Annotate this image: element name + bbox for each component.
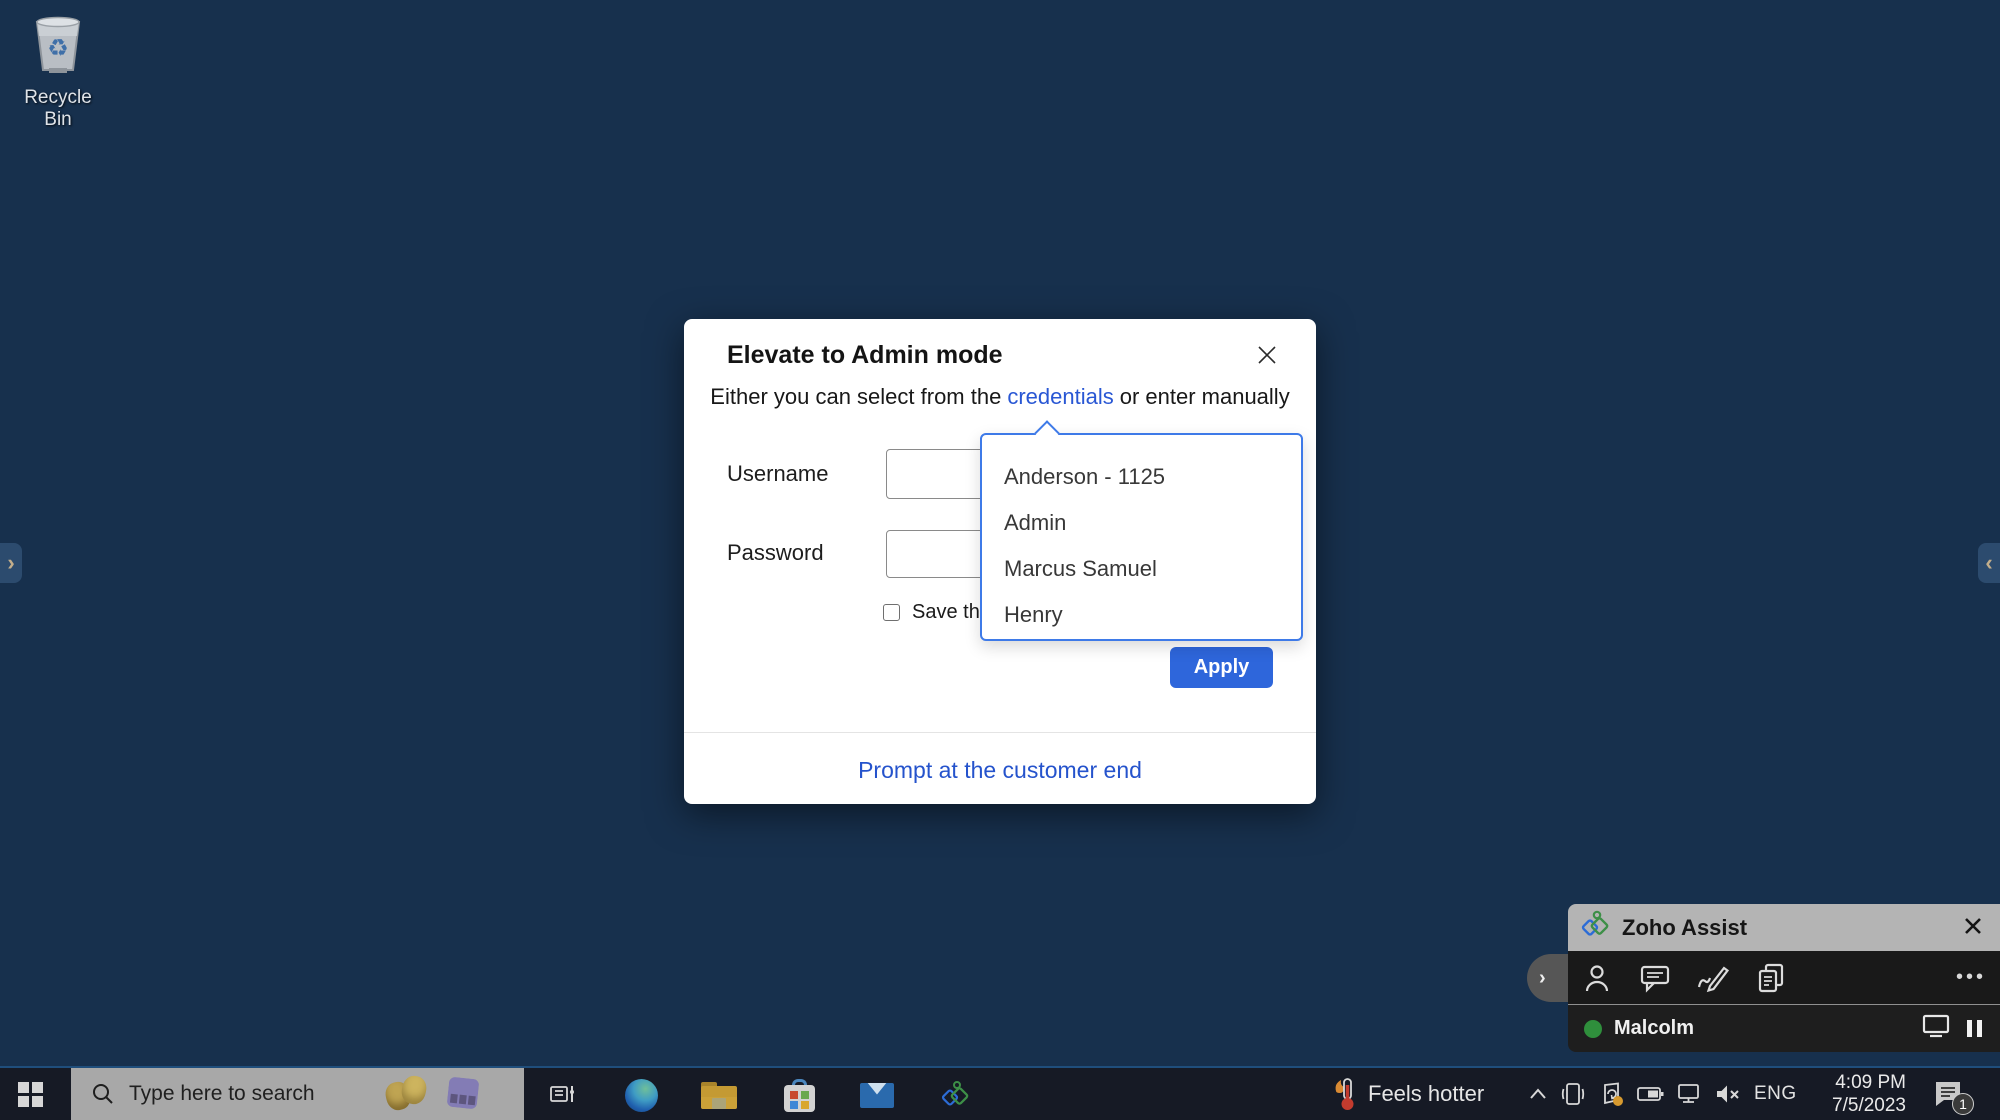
thermometer-icon <box>1332 1076 1358 1112</box>
notification-center-button[interactable]: 1 <box>1926 1068 1986 1120</box>
rotation-lock-icon[interactable] <box>1561 1081 1585 1107</box>
assist-panel-title: Zoho Assist <box>1622 915 1747 941</box>
left-edge-expand-tab[interactable]: › <box>0 543 22 583</box>
weather-label: Feels hotter <box>1368 1081 1484 1107</box>
subtitle-prefix: Either you can select from the <box>710 384 1001 409</box>
save-credentials-checkbox[interactable] <box>883 604 900 621</box>
monitor-icon[interactable] <box>1921 1012 1951 1045</box>
dropdown-item-marcus[interactable]: Marcus Samuel <box>982 546 1301 592</box>
dialog-close-button[interactable] <box>1252 341 1282 371</box>
subtitle-suffix: or enter manually <box>1120 384 1290 409</box>
credentials-dropdown: Anderson - 1125 Admin Marcus Samuel Henr… <box>980 433 1303 641</box>
status-online-dot <box>1584 1020 1602 1038</box>
film-reel-icon[interactable] <box>447 1077 480 1110</box>
assist-close-button[interactable] <box>1960 915 1986 941</box>
copy-pages-icon[interactable] <box>1754 962 1788 994</box>
microsoft-store-icon[interactable] <box>781 1077 817 1113</box>
zoho-assist-logo-icon <box>1580 909 1612 946</box>
sync-notification-icon[interactable] <box>1598 1081 1624 1107</box>
theater-masks-icon[interactable] <box>386 1076 436 1112</box>
dropdown-item-admin[interactable]: Admin <box>982 500 1301 546</box>
network-icon[interactable] <box>1677 1082 1702 1106</box>
recycle-bin-icon: ♻ <box>27 65 89 82</box>
apply-button[interactable]: Apply <box>1170 647 1273 688</box>
credentials-link[interactable]: credentials <box>1007 384 1113 409</box>
notification-count-badge: 1 <box>1952 1093 1974 1115</box>
language-indicator[interactable]: ENG <box>1754 1083 1797 1105</box>
password-label: Password <box>727 540 824 566</box>
recycle-bin[interactable]: ♻ Recycle Bin <box>10 12 106 131</box>
file-explorer-icon[interactable] <box>701 1077 737 1113</box>
chat-icon[interactable] <box>1638 962 1672 994</box>
volume-muted-icon[interactable] <box>1715 1083 1741 1105</box>
dialog-title: Elevate to Admin mode <box>727 341 1003 370</box>
svg-text:♻: ♻ <box>47 35 69 62</box>
assist-panel-collapse-handle[interactable]: › <box>1527 954 1572 1002</box>
battery-icon[interactable] <box>1637 1085 1664 1103</box>
dialog-footer-divider <box>684 732 1316 733</box>
right-edge-expand-tab[interactable]: ‹ <box>1978 543 2000 583</box>
system-tray: ENG <box>1528 1068 1797 1120</box>
mail-icon[interactable] <box>859 1077 895 1113</box>
close-icon <box>1963 916 1983 936</box>
taskbar-clock[interactable]: 4:09 PM 7/5/2023 <box>1806 1068 1906 1120</box>
recycle-bin-label: Recycle Bin <box>10 87 106 131</box>
dropdown-item-henry[interactable]: Henry <box>982 592 1301 638</box>
windows-logo-icon <box>18 1082 43 1107</box>
close-icon <box>1255 343 1279 367</box>
chevron-left-icon: ‹ <box>1985 550 1992 576</box>
chevron-right-icon: › <box>7 550 14 576</box>
session-user-name: Malcolm <box>1614 1017 1694 1040</box>
clock-date: 7/5/2023 <box>1832 1094 1906 1117</box>
search-placeholder: Type here to search <box>129 1082 315 1106</box>
tray-chevron-up-icon[interactable] <box>1528 1086 1548 1102</box>
assist-session-row: Malcolm <box>1568 1004 2000 1052</box>
task-view-button[interactable] <box>544 1077 580 1113</box>
participants-icon[interactable] <box>1580 962 1614 994</box>
taskbar-search-input[interactable]: Type here to search <box>71 1068 524 1120</box>
start-button[interactable] <box>0 1068 60 1120</box>
search-icon <box>91 1082 115 1106</box>
prompt-customer-end-link[interactable]: Prompt at the customer end <box>684 757 1316 784</box>
assist-toolbar: ••• <box>1568 951 2000 1004</box>
dialog-subtitle: Either you can select from thecredential… <box>684 383 1316 410</box>
zoho-assist-taskbar-icon[interactable] <box>938 1077 974 1113</box>
dropdown-item-anderson[interactable]: Anderson - 1125 <box>982 454 1301 500</box>
save-credentials-label: Save th <box>912 601 980 624</box>
weather-widget[interactable]: Feels hotter <box>1332 1068 1484 1120</box>
chevron-right-icon: › <box>1539 967 1546 990</box>
zoho-assist-panel: Zoho Assist <box>1568 904 2000 1052</box>
assist-panel-header: Zoho Assist <box>1568 904 2000 951</box>
pause-icon[interactable] <box>1967 1020 1982 1037</box>
clock-time: 4:09 PM <box>1835 1071 1906 1094</box>
taskbar: Type here to search <box>0 1066 2000 1120</box>
more-options-icon[interactable]: ••• <box>1956 966 1986 989</box>
annotate-pen-icon[interactable] <box>1696 962 1730 994</box>
username-label: Username <box>727 461 828 487</box>
edge-browser-icon[interactable] <box>623 1077 659 1113</box>
desktop: ♻ Recycle Bin › ‹ Elevate to Admin mode … <box>0 0 2000 1120</box>
